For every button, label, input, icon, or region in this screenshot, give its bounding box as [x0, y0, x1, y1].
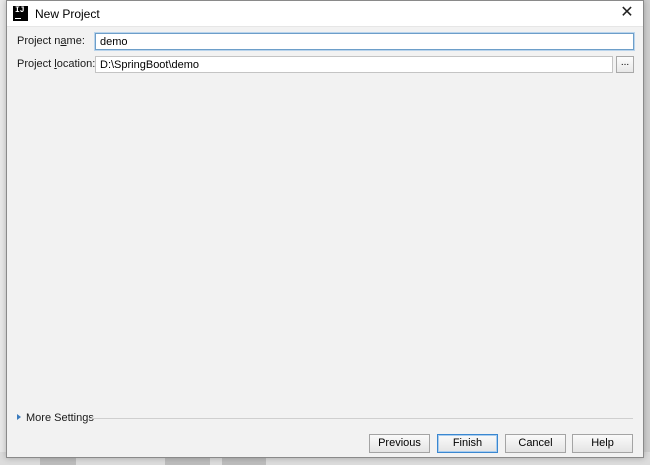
triangle-right-icon — [17, 414, 21, 420]
more-settings-divider — [89, 418, 633, 419]
project-name-input[interactable] — [95, 33, 634, 50]
title-bar[interactable]: IJ New Project ✕ — [7, 1, 643, 27]
project-location-input[interactable] — [95, 56, 613, 73]
dialog-title: New Project — [35, 7, 100, 21]
project-name-label: Project name: — [17, 35, 85, 47]
close-icon[interactable]: ✕ — [617, 3, 637, 23]
browse-button[interactable]: ... — [616, 56, 634, 73]
more-settings-label: More Settings — [26, 412, 94, 424]
project-location-label: Project location: — [17, 58, 96, 70]
intellij-icon: IJ — [13, 6, 28, 21]
cancel-button[interactable]: Cancel — [505, 434, 566, 453]
finish-button[interactable]: Finish — [437, 434, 498, 453]
more-settings-toggle[interactable]: More Settings — [17, 412, 94, 424]
previous-button[interactable]: Previous — [369, 434, 430, 453]
app-icon-text: IJ — [15, 6, 25, 15]
new-project-dialog: IJ New Project ✕ Project name: Project l… — [6, 0, 644, 458]
help-button[interactable]: Help — [572, 434, 633, 453]
